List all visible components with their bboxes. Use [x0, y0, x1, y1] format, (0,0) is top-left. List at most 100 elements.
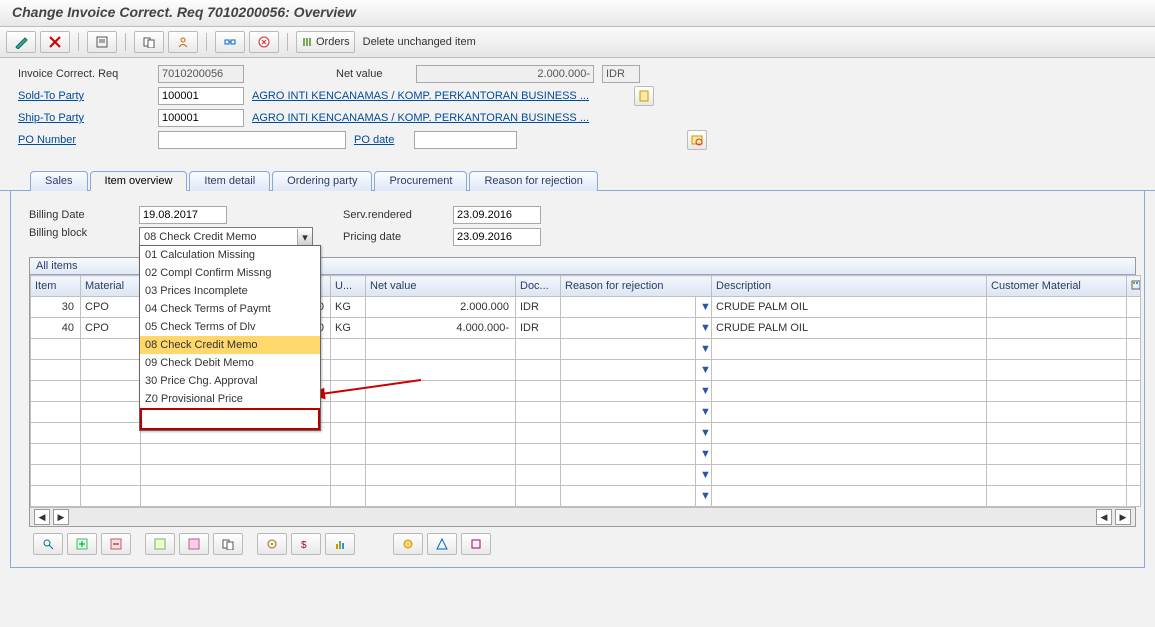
cell[interactable] [1127, 444, 1141, 465]
cell[interactable]: KG [331, 318, 366, 339]
cell[interactable] [141, 465, 331, 486]
ship-to-party-text[interactable]: AGRO INTI KENCANAMAS / KOMP. PERKANTORAN… [252, 112, 632, 124]
doc-flow-icon[interactable] [215, 31, 245, 53]
cell[interactable] [81, 339, 141, 360]
cell[interactable] [561, 381, 696, 402]
cell[interactable] [516, 360, 561, 381]
reason-dropdown-arrow[interactable]: ▼ [696, 339, 712, 360]
cell[interactable] [712, 402, 987, 423]
po-search-icon[interactable] [687, 130, 707, 150]
pricing-date-input[interactable] [453, 228, 541, 246]
cell[interactable] [712, 339, 987, 360]
header-icon[interactable] [87, 31, 117, 53]
tab-item-detail[interactable]: Item detail [189, 171, 270, 191]
cell[interactable] [561, 423, 696, 444]
tab-reason-for-rejection[interactable]: Reason for rejection [469, 171, 597, 191]
cell[interactable] [31, 486, 81, 507]
cell[interactable] [81, 402, 141, 423]
chevron-down-icon[interactable]: ▾ [297, 229, 312, 245]
cell[interactable] [987, 318, 1127, 339]
cell[interactable] [81, 444, 141, 465]
scroll-left-icon[interactable]: ◀ [34, 509, 50, 525]
cell[interactable] [1127, 297, 1141, 318]
cell[interactable]: CRUDE PALM OIL [712, 318, 987, 339]
cell[interactable] [712, 486, 987, 507]
reason-dropdown-arrow[interactable]: ▼ [696, 381, 712, 402]
grid-hscroll[interactable]: ◀ ▶ ◀ ▶ [30, 507, 1135, 526]
scroll-right2-icon[interactable]: ▶ [1115, 509, 1131, 525]
cell[interactable] [516, 381, 561, 402]
cell[interactable] [516, 444, 561, 465]
cell[interactable] [561, 360, 696, 381]
serv-rendered-input[interactable] [453, 206, 541, 224]
copy-icon[interactable] [213, 533, 243, 555]
cell[interactable]: 2.000.000 [366, 297, 516, 318]
ship-to-party-label[interactable]: Ship-To Party [18, 112, 158, 124]
col-netvalue[interactable]: Net value [366, 276, 516, 297]
cell[interactable] [1127, 402, 1141, 423]
cell[interactable] [712, 465, 987, 486]
cell[interactable]: CPO [81, 318, 141, 339]
cell[interactable]: 30 [31, 297, 81, 318]
billing-block-option[interactable]: Z0 Provisional Price [140, 390, 320, 408]
cell[interactable] [987, 486, 1127, 507]
cell[interactable] [516, 486, 561, 507]
cell[interactable] [331, 339, 366, 360]
cell[interactable] [561, 444, 696, 465]
cell[interactable] [1127, 486, 1141, 507]
cell[interactable] [712, 423, 987, 444]
cell[interactable] [561, 297, 696, 318]
cell[interactable]: 40 [31, 318, 81, 339]
cell[interactable] [31, 423, 81, 444]
cell[interactable] [141, 486, 331, 507]
cell[interactable] [561, 318, 696, 339]
col-item[interactable]: Item [31, 276, 81, 297]
cell[interactable] [331, 381, 366, 402]
cell[interactable] [331, 465, 366, 486]
billing-block-option[interactable]: 03 Prices Incomplete [140, 282, 320, 300]
cell[interactable] [516, 423, 561, 444]
cell[interactable] [712, 360, 987, 381]
cell[interactable] [331, 360, 366, 381]
col-config-icon[interactable] [1127, 276, 1141, 297]
scroll-right-icon[interactable]: ▶ [53, 509, 69, 525]
insert-row-icon[interactable] [67, 533, 97, 555]
reason-dropdown-arrow[interactable]: ▼ [696, 486, 712, 507]
sold-to-party-label[interactable]: Sold-To Party [18, 90, 158, 102]
cell[interactable] [1127, 423, 1141, 444]
cell[interactable]: CRUDE PALM OIL [712, 297, 987, 318]
billing-date-input[interactable] [139, 206, 227, 224]
cell[interactable] [81, 423, 141, 444]
delete-row-icon[interactable] [101, 533, 131, 555]
cell[interactable] [1127, 381, 1141, 402]
cell[interactable] [366, 444, 516, 465]
delete-unchanged-item-button[interactable]: Delete unchanged item [359, 32, 480, 52]
detail-icon[interactable] [33, 533, 63, 555]
deselect-all-icon[interactable] [179, 533, 209, 555]
cell[interactable] [31, 360, 81, 381]
cell[interactable] [516, 339, 561, 360]
billing-block-option-empty[interactable] [140, 408, 320, 430]
cell[interactable] [366, 486, 516, 507]
scroll-left2-icon[interactable]: ◀ [1096, 509, 1112, 525]
status-icon[interactable] [249, 31, 279, 53]
cell[interactable]: IDR [516, 297, 561, 318]
cell[interactable] [81, 381, 141, 402]
cell[interactable] [366, 465, 516, 486]
tab-item-overview[interactable]: Item overview [90, 171, 188, 191]
cell[interactable] [987, 444, 1127, 465]
reason-dropdown-arrow[interactable]: ▼ [696, 297, 712, 318]
display-change-toggle[interactable] [6, 31, 36, 53]
table-row[interactable]: ▼ [31, 465, 1141, 486]
cell[interactable] [31, 465, 81, 486]
billing-block-option[interactable]: 04 Check Terms of Paymt [140, 300, 320, 318]
billing-block-option[interactable]: 05 Check Terms of Dlv [140, 318, 320, 336]
configure-icon[interactable] [257, 533, 287, 555]
cell[interactable] [987, 381, 1127, 402]
cell[interactable] [1127, 339, 1141, 360]
cell[interactable] [366, 339, 516, 360]
propose-items-icon[interactable] [134, 31, 164, 53]
cell[interactable] [561, 402, 696, 423]
sold-to-party-input[interactable] [158, 87, 244, 105]
cell[interactable] [516, 402, 561, 423]
